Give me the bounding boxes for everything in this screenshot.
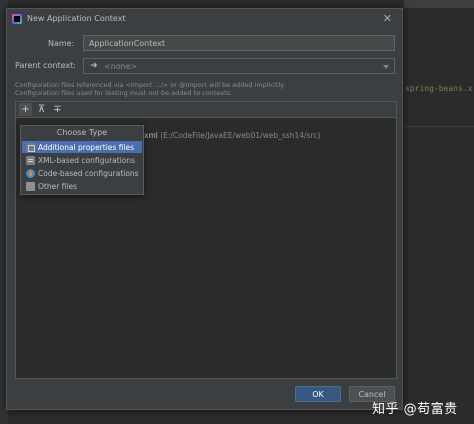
parent-context-value: <none> xyxy=(104,62,138,71)
dialog-title: New Application Context xyxy=(27,14,126,23)
popup-item-label: XML-based configurations xyxy=(38,155,136,165)
popup-item-other-files[interactable]: Other files xyxy=(22,180,142,192)
ide-tab-strip xyxy=(404,0,474,8)
intellij-app-icon xyxy=(12,14,22,24)
popup-item-label: Additional properties files xyxy=(38,142,135,152)
popup-item-additional-properties[interactable]: Additional properties files xyxy=(22,141,142,153)
xml-file-icon xyxy=(26,155,35,165)
zhihu-watermark: 知乎 @苟富贵 xyxy=(372,402,458,417)
parent-context-label: Parent context: xyxy=(15,61,76,70)
add-icon[interactable]: + xyxy=(19,103,32,116)
collapse-all-icon[interactable]: ∓ xyxy=(51,103,64,116)
other-file-icon xyxy=(26,181,35,191)
config-file-path: (E:/CodeFile/JavaEE/web01/web_ssh14/src) xyxy=(160,131,321,140)
parent-context-select[interactable]: ➜ <none> xyxy=(83,58,395,74)
close-icon[interactable]: ✕ xyxy=(383,12,392,25)
popup-item-code-configurations[interactable]: Code-based configurations xyxy=(22,167,142,179)
config-file-entry[interactable]: xml (E:/CodeFile/JavaEE/web01/web_ssh14/… xyxy=(144,131,320,140)
new-application-context-dialog: New Application Context ✕ Name: Applicat… xyxy=(6,8,403,410)
files-toolbar: + ⊼ ∓ xyxy=(15,101,397,117)
info-text-testing: Configuration files used for testing mus… xyxy=(15,89,233,97)
info-text-implicit: Configuration files referenced via <impo… xyxy=(15,81,286,89)
name-label: Name: xyxy=(48,39,75,48)
dialog-titlebar[interactable]: New Application Context ✕ xyxy=(7,9,402,29)
ok-button[interactable]: OK xyxy=(295,386,341,402)
popup-item-xml-configurations[interactable]: XML-based configurations xyxy=(22,154,142,166)
name-input[interactable]: ApplicationContext xyxy=(83,35,395,51)
background-code-text: spring-beans.x xyxy=(405,84,473,93)
properties-file-icon xyxy=(26,142,35,152)
arrow-right-icon: ➜ xyxy=(90,61,98,71)
popup-title: Choose Type xyxy=(56,128,108,137)
chevron-down-icon xyxy=(383,65,389,69)
expand-all-icon[interactable]: ⊼ xyxy=(35,103,48,116)
config-file-name: xml xyxy=(144,131,158,140)
background-divider xyxy=(404,126,474,127)
choose-type-popup: Choose Type Additional properties files … xyxy=(20,125,144,195)
popup-item-label: Code-based configurations xyxy=(38,168,139,178)
popup-item-label: Other files xyxy=(38,181,78,191)
code-config-icon xyxy=(26,168,35,178)
